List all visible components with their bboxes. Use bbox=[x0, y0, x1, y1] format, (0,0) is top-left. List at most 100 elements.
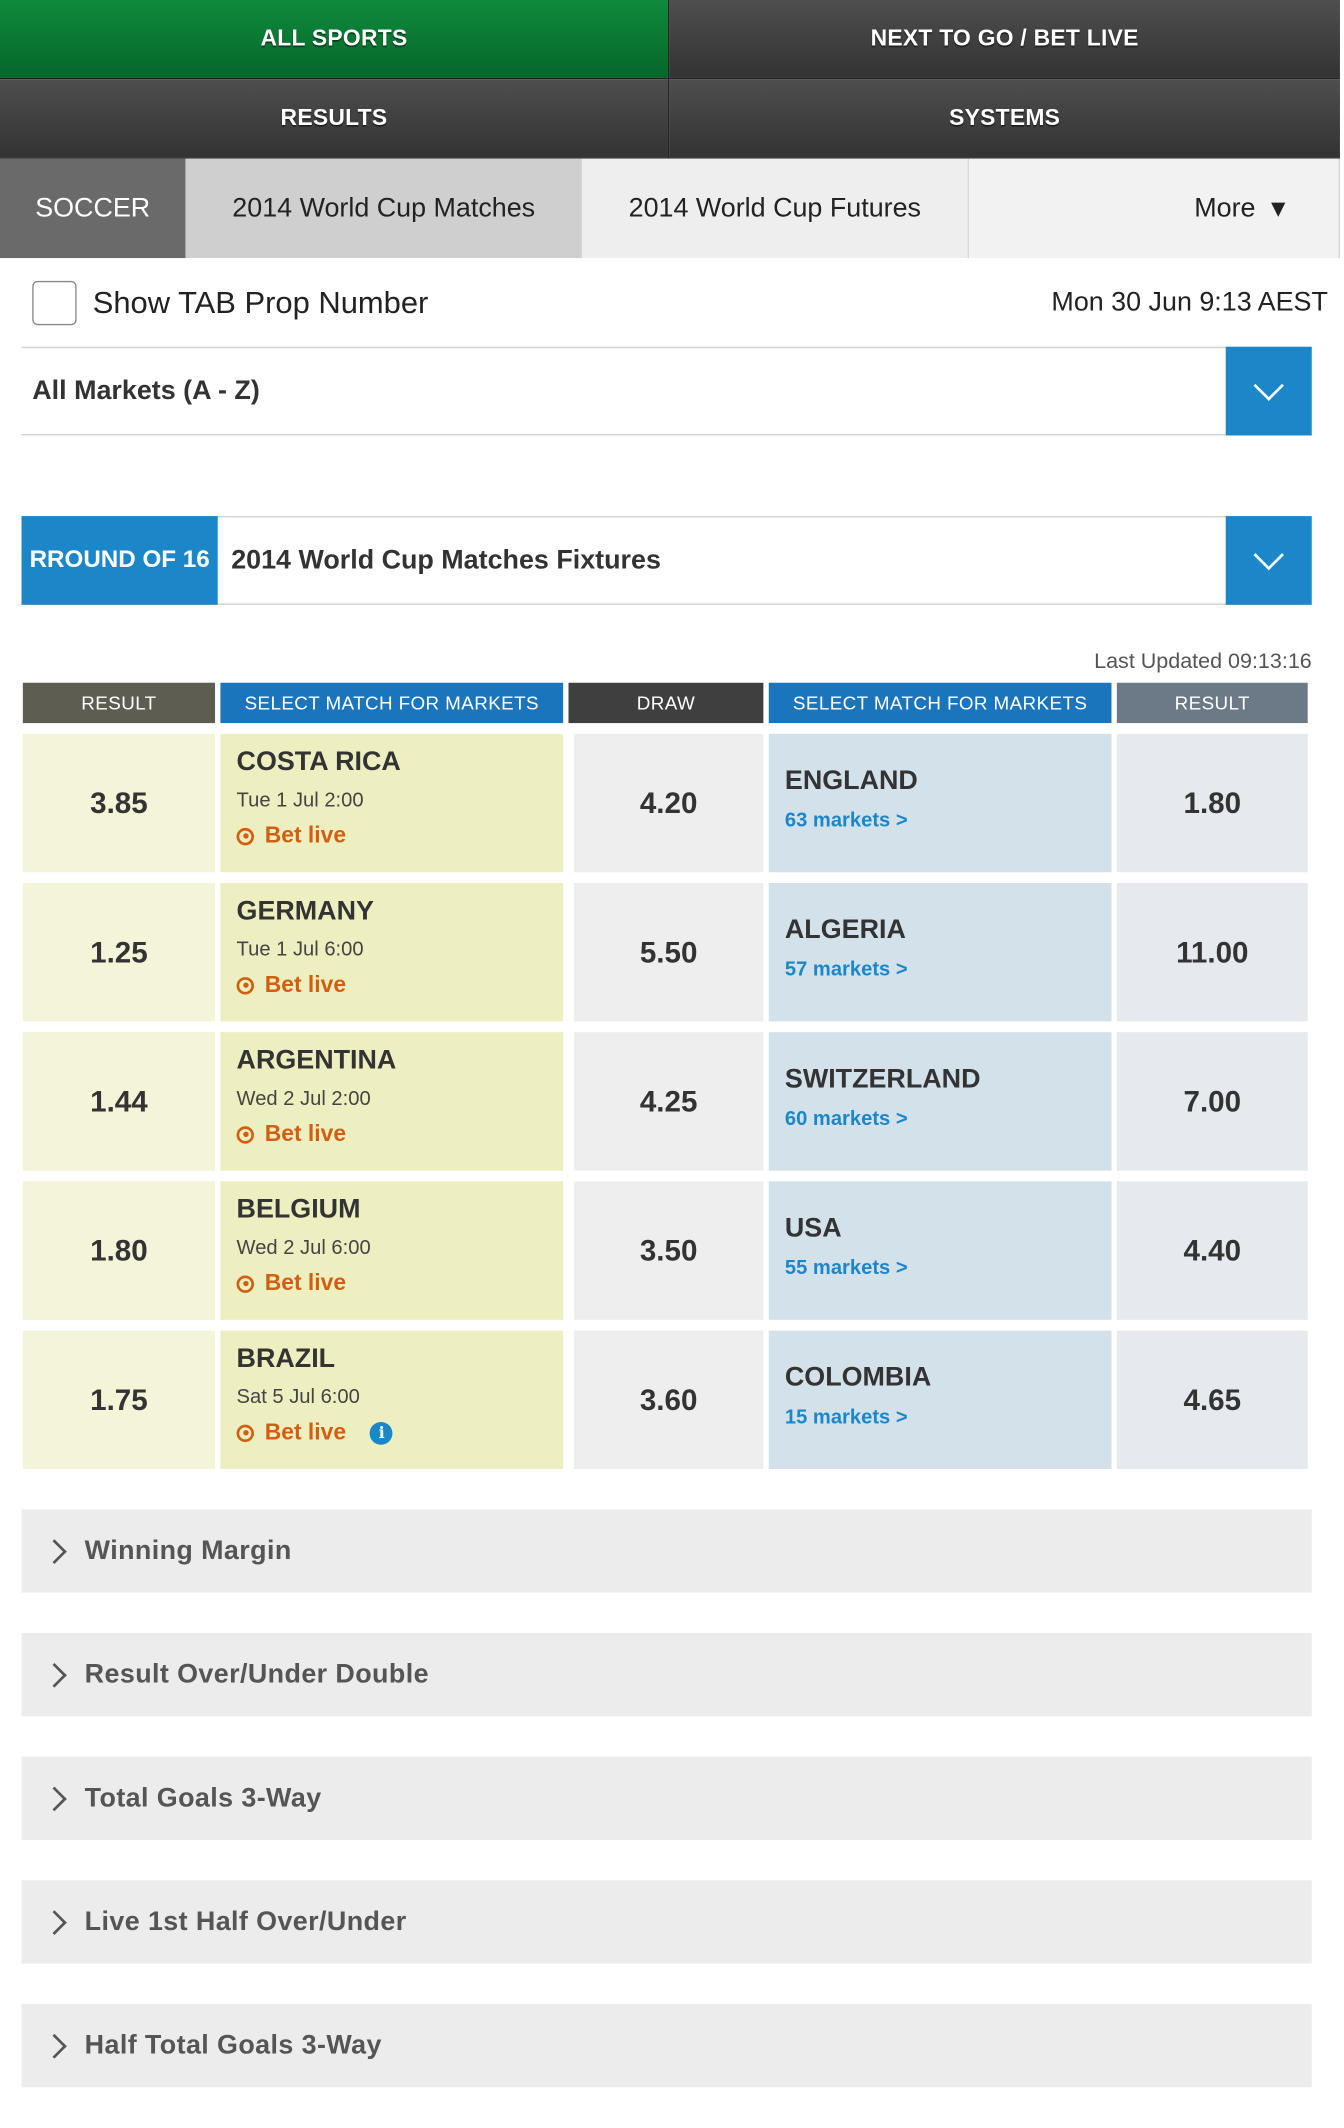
markets-link[interactable]: 60 markets > bbox=[785, 1107, 1112, 1130]
bet-live-label: Bet live bbox=[264, 971, 347, 998]
home-team-cell[interactable]: COSTA RICA Tue 1 Jul 2:00 Bet live bbox=[220, 733, 564, 873]
home-team-cell[interactable]: BRAZIL Sat 5 Jul 6:00 Bet live i bbox=[220, 1330, 564, 1469]
markets-dropdown-button[interactable] bbox=[1225, 346, 1312, 436]
prop-number-toggle[interactable]: Show TAB Prop Number bbox=[32, 280, 429, 325]
tab-soccer[interactable]: SOCCER bbox=[0, 158, 187, 259]
match-datetime: Tue 1 Jul 2:00 bbox=[236, 788, 364, 812]
draw-odds[interactable]: 3.60 bbox=[568, 1330, 764, 1469]
live-icon bbox=[236, 827, 255, 845]
home-team-name: GERMANY bbox=[236, 896, 374, 927]
away-team-cell[interactable]: ALGERIA 57 markets > bbox=[768, 883, 1112, 1022]
bet-live-link[interactable]: Bet live bbox=[236, 822, 564, 850]
draw-odds[interactable]: 4.20 bbox=[568, 733, 764, 873]
markets-link[interactable]: 57 markets > bbox=[785, 958, 1112, 981]
chevron-right-icon bbox=[42, 1909, 67, 1935]
away-team-name: ALGERIA bbox=[784, 915, 906, 945]
markets-select[interactable]: All Markets (A - Z) bbox=[21, 346, 1312, 436]
accordion-item[interactable]: Total Goals 3-Way bbox=[21, 1756, 1312, 1840]
last-updated: Last Updated 09:13:16 bbox=[1094, 650, 1312, 674]
fixtures-select[interactable]: RROUND OF 16 2014 World Cup Matches Fixt… bbox=[21, 515, 1312, 605]
match-datetime: Tue 1 Jul 6:00 bbox=[236, 938, 364, 961]
match-datetime: Wed 2 Jul 6:00 bbox=[236, 1236, 371, 1260]
away-team-cell[interactable]: ENGLAND 63 markets > bbox=[768, 733, 1112, 873]
bet-live-label: Bet live bbox=[264, 1120, 347, 1147]
market-accordions: Winning Margin Result Over/Under Double … bbox=[0, 1509, 1344, 2088]
live-icon bbox=[236, 1274, 255, 1293]
markets-link[interactable]: 15 markets > bbox=[785, 1406, 1112, 1429]
away-team-name: COLOMBIA bbox=[784, 1362, 932, 1393]
accordion-item[interactable]: Half Total Goals 3-Way bbox=[21, 2003, 1312, 2088]
bet-live-link[interactable]: Bet live bbox=[236, 1120, 564, 1148]
page-content: ALL SPORTS NEXT TO GO / BET LIVE RESULTS… bbox=[0, 0, 1344, 2128]
home-team-cell[interactable]: BELGIUM Wed 2 Jul 6:00 Bet live bbox=[220, 1181, 564, 1320]
markets-select-value: All Markets (A - Z) bbox=[32, 375, 260, 406]
prop-number-checkbox[interactable] bbox=[32, 280, 77, 325]
away-win-odds[interactable]: 11.00 bbox=[1116, 883, 1308, 1022]
info-icon[interactable]: i bbox=[370, 1421, 394, 1445]
home-win-odds[interactable]: 1.44 bbox=[22, 1032, 216, 1171]
away-win-odds[interactable]: 4.40 bbox=[1116, 1181, 1308, 1320]
live-icon bbox=[236, 1125, 255, 1144]
fixtures-dropdown-button[interactable] bbox=[1225, 516, 1312, 605]
header-select-match-away: SELECT MATCH FOR MARKETS bbox=[768, 682, 1112, 724]
away-team-cell[interactable]: COLOMBIA 15 markets > bbox=[768, 1330, 1112, 1469]
markets-link[interactable]: 63 markets > bbox=[785, 809, 1112, 832]
away-team-name: SWITZERLAND bbox=[784, 1064, 981, 1095]
accordion-label: Winning Margin bbox=[84, 1535, 292, 1566]
chevron-right-icon bbox=[42, 2033, 67, 2058]
header-draw: DRAW bbox=[568, 682, 764, 724]
accordion-label: Live 1st Half Over/Under bbox=[84, 1906, 407, 1937]
fixtures-select-value: 2014 World Cup Matches Fixtures bbox=[231, 544, 661, 575]
match-datetime: Wed 2 Jul 2:00 bbox=[236, 1087, 371, 1111]
match-datetime: Sat 5 Jul 6:00 bbox=[236, 1385, 360, 1409]
tab-more[interactable]: More ▼ bbox=[969, 158, 1340, 259]
nav-results[interactable]: RESULTS bbox=[0, 79, 668, 159]
current-datetime: Mon 30 Jun 9:13 AEST bbox=[1051, 286, 1328, 317]
header-result-home: RESULT bbox=[22, 682, 216, 724]
home-team-name: BELGIUM bbox=[236, 1194, 361, 1225]
page: ALL SPORTS NEXT TO GO / BET LIVE RESULTS… bbox=[0, 0, 1344, 2110]
prop-number-label: Show TAB Prop Number bbox=[92, 284, 429, 320]
fixtures-table: RESULT SELECT MATCH FOR MARKETS DRAW SEL… bbox=[22, 682, 1312, 1469]
header-select-match-home: SELECT MATCH FOR MARKETS bbox=[220, 682, 564, 724]
accordion-item[interactable]: Live 1st Half Over/Under bbox=[21, 1880, 1312, 1964]
bet-live-label: Bet live bbox=[264, 1270, 347, 1296]
home-team-name: ARGENTINA bbox=[236, 1045, 397, 1076]
away-team-cell[interactable]: USA 55 markets > bbox=[768, 1181, 1112, 1320]
home-team-cell[interactable]: ARGENTINA Wed 2 Jul 2:00 Bet live bbox=[220, 1032, 564, 1171]
nav-all-sports[interactable]: ALL SPORTS bbox=[0, 0, 668, 80]
bet-live-link[interactable]: Bet live i bbox=[236, 1419, 564, 1446]
draw-odds[interactable]: 4.25 bbox=[568, 1032, 764, 1171]
away-win-odds[interactable]: 4.65 bbox=[1116, 1330, 1308, 1469]
away-win-odds[interactable]: 1.80 bbox=[1116, 733, 1308, 873]
chevron-right-icon bbox=[42, 1538, 67, 1564]
nav-systems[interactable]: SYSTEMS bbox=[667, 79, 1340, 159]
caret-down-icon: ▼ bbox=[1266, 194, 1291, 222]
accordion-label: Total Goals 3-Way bbox=[84, 1782, 322, 1813]
home-team-cell[interactable]: GERMANY Tue 1 Jul 6:00 Bet live bbox=[220, 883, 564, 1022]
accordion-item[interactable]: Winning Margin bbox=[21, 1509, 1312, 1593]
away-team-name: ENGLAND bbox=[784, 766, 918, 796]
tab-world-cup-matches[interactable]: 2014 World Cup Matches bbox=[186, 158, 582, 259]
markets-link[interactable]: 55 markets > bbox=[785, 1257, 1112, 1280]
chevron-down-icon bbox=[1253, 370, 1284, 401]
bet-live-label: Bet live bbox=[264, 822, 347, 849]
draw-odds[interactable]: 5.50 bbox=[568, 883, 764, 1022]
home-win-odds[interactable]: 1.75 bbox=[22, 1330, 216, 1469]
home-win-odds[interactable]: 1.80 bbox=[22, 1181, 216, 1320]
draw-odds[interactable]: 3.50 bbox=[568, 1181, 764, 1320]
nav-next-to-go-bet-live[interactable]: NEXT TO GO / BET LIVE bbox=[667, 0, 1340, 80]
away-team-cell[interactable]: SWITZERLAND 60 markets > bbox=[768, 1032, 1112, 1171]
tab-world-cup-futures[interactable]: 2014 World Cup Futures bbox=[581, 158, 970, 259]
home-team-name: COSTA RICA bbox=[236, 747, 401, 777]
away-team-name: USA bbox=[784, 1213, 842, 1244]
sport-tabs: SOCCER 2014 World Cup Matches 2014 World… bbox=[0, 158, 1340, 259]
home-win-odds[interactable]: 3.85 bbox=[22, 733, 216, 873]
header-result-away: RESULT bbox=[1116, 682, 1308, 724]
round-badge: RROUND OF 16 bbox=[21, 515, 218, 605]
home-win-odds[interactable]: 1.25 bbox=[22, 883, 216, 1022]
away-win-odds[interactable]: 7.00 bbox=[1116, 1032, 1308, 1171]
bet-live-link[interactable]: Bet live bbox=[236, 1270, 564, 1297]
bet-live-link[interactable]: Bet live bbox=[236, 971, 564, 999]
accordion-item[interactable]: Result Over/Under Double bbox=[21, 1632, 1312, 1717]
